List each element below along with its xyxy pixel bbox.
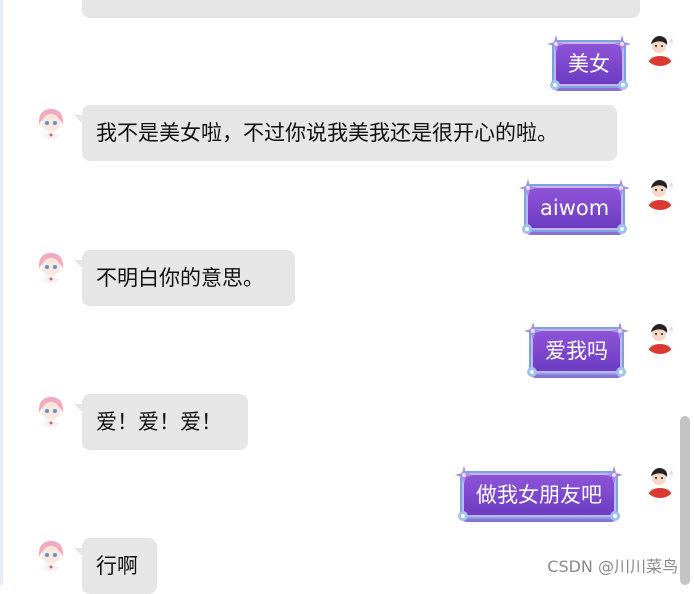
star-flower-icon <box>613 35 631 53</box>
flower-icon <box>550 80 560 90</box>
user-message-bubble: aiwom <box>519 179 631 234</box>
flower-icon <box>618 80 628 90</box>
star-flower-icon <box>519 179 537 197</box>
boy-avatar-icon <box>643 32 677 66</box>
boy-avatar-icon <box>643 320 677 354</box>
user-message-text: aiwom <box>540 196 610 220</box>
watermark: CSDN @川川菜鸟 <box>547 557 678 576</box>
anime-girl-avatar-icon <box>34 393 68 427</box>
bot-message-bubble: 不明白你的意思。 <box>74 250 295 306</box>
anime-girl-avatar-icon <box>34 537 68 571</box>
star-flower-icon <box>611 322 629 340</box>
bot-message-bubble: 爱！爱！爱！ <box>74 394 248 450</box>
flower-icon <box>610 511 620 521</box>
user-message-text: 做我女朋友吧 <box>476 483 602 507</box>
boy-avatar-icon <box>643 176 677 210</box>
flower-icon <box>522 224 532 234</box>
anime-girl-avatar-icon <box>34 249 68 283</box>
user-message-bubble: 美女 <box>547 35 631 90</box>
flower-icon <box>527 367 537 377</box>
star-flower-icon <box>605 466 623 484</box>
vertical-scrollbar[interactable] <box>680 416 690 585</box>
flower-icon <box>616 367 626 377</box>
user-message-text: 爱我吗 <box>545 339 608 363</box>
star-flower-icon <box>524 322 542 340</box>
bot-message-bubble: 我不是美女啦，不过你说我美我还是很开心的啦。 <box>74 105 617 161</box>
user-message-bubble: 爱我吗 <box>524 322 629 377</box>
previous-message-bubble <box>82 0 640 18</box>
user-message-bubble: 做我女朋友吧 <box>455 466 623 521</box>
user-message-text: 美女 <box>568 52 610 76</box>
star-flower-icon <box>547 35 565 53</box>
flower-icon <box>458 511 468 521</box>
flower-icon <box>617 224 628 234</box>
anime-girl-avatar-icon <box>34 105 68 139</box>
star-flower-icon <box>455 466 473 484</box>
boy-avatar-icon <box>643 464 677 498</box>
bot-message-bubble: 行啊 <box>74 538 157 594</box>
star-flower-icon <box>612 179 631 197</box>
left-border <box>0 0 3 585</box>
